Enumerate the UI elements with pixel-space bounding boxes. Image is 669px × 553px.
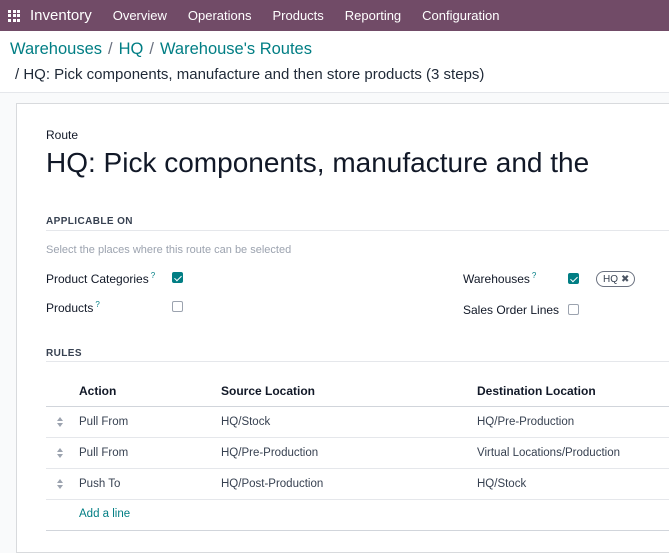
rule-action[interactable]: Pull From: [79, 447, 128, 459]
rule-destination[interactable]: Virtual Locations/Production: [477, 447, 620, 459]
rule-destination[interactable]: HQ/Stock: [477, 478, 526, 490]
products-label-text: Products: [46, 301, 94, 315]
warehouses-label: Warehouses?: [463, 271, 536, 286]
sales-order-lines-checkbox[interactable]: [568, 304, 579, 315]
breadcrumb-warehouses[interactable]: Warehouses: [10, 40, 102, 58]
help-icon[interactable]: ?: [151, 271, 155, 280]
breadcrumb: Warehouses / HQ / Warehouse's Routes: [10, 40, 312, 59]
add-line-link[interactable]: Add a line: [79, 508, 130, 520]
column-action[interactable]: Action: [79, 384, 116, 398]
warehouses-label-text: Warehouses: [463, 272, 530, 286]
menu-products[interactable]: Products: [272, 8, 323, 23]
route-name-input[interactable]: HQ: Pick components, manufacture and the…: [46, 147, 591, 187]
applicable-on-hint: Select the places where this route can b…: [46, 244, 292, 256]
products-checkbox[interactable]: [172, 301, 183, 312]
form-sheet: Route HQ: Pick components, manufacture a…: [16, 103, 669, 553]
menu-configuration[interactable]: Configuration: [422, 8, 499, 23]
help-icon[interactable]: ?: [532, 271, 536, 280]
rule-action[interactable]: Pull From: [79, 416, 128, 428]
breadcrumb-separator: /: [108, 40, 113, 58]
drag-handle-icon[interactable]: [57, 417, 65, 427]
rules-title: RULES: [46, 348, 82, 359]
product-categories-label: Product Categories?: [46, 271, 155, 286]
section-divider: [46, 361, 669, 362]
rule-source[interactable]: HQ/Pre-Production: [221, 447, 318, 459]
column-destination-location[interactable]: Destination Location: [477, 384, 596, 398]
warehouse-tag: HQ ✖: [596, 271, 636, 287]
breadcrumb-warehouse-routes[interactable]: Warehouse's Routes: [160, 40, 312, 58]
warehouses-checkbox[interactable]: [568, 273, 579, 284]
column-source-location[interactable]: Source Location: [221, 384, 315, 398]
table-row[interactable]: Pull From HQ/Stock HQ/Pre-Production: [46, 407, 669, 438]
products-label: Products?: [46, 300, 100, 315]
breadcrumb-current-label: HQ: Pick components, manufacture and the…: [23, 66, 485, 83]
menu-reporting[interactable]: Reporting: [345, 8, 401, 23]
applicable-on-title: APPLICABLE ON: [46, 216, 133, 227]
warehouse-tag-label: HQ: [603, 273, 618, 285]
menu-overview[interactable]: Overview: [113, 8, 167, 23]
sales-order-lines-label: Sales Order Lines: [463, 303, 560, 317]
drag-handle-icon[interactable]: [57, 479, 65, 489]
menu-operations[interactable]: Operations: [188, 8, 252, 23]
top-navbar: Inventory Overview Operations Products R…: [0, 0, 669, 31]
rule-destination[interactable]: HQ/Pre-Production: [477, 416, 574, 428]
rule-source[interactable]: HQ/Post-Production: [221, 478, 323, 490]
help-icon[interactable]: ?: [95, 300, 99, 309]
remove-tag-icon[interactable]: ✖: [621, 274, 629, 285]
apps-grid-icon[interactable]: [8, 9, 20, 22]
control-panel: Warehouses / HQ / Warehouse's Routes / HQ: P…: [0, 31, 669, 93]
add-line-row: Add a line: [46, 500, 669, 531]
table-row[interactable]: Push To HQ/Post-Production HQ/Stock: [46, 469, 669, 500]
breadcrumb-current-prefix: /: [15, 66, 20, 83]
section-divider: [46, 230, 669, 231]
app-name[interactable]: Inventory: [30, 7, 92, 24]
rules-table: Action Source Location Destination Locat…: [46, 375, 669, 531]
rule-source[interactable]: HQ/Stock: [221, 416, 270, 428]
table-header: Action Source Location Destination Locat…: [46, 375, 669, 407]
route-label: Route: [46, 128, 79, 142]
product-categories-label-text: Product Categories: [46, 272, 149, 286]
product-categories-checkbox[interactable]: [172, 272, 183, 283]
breadcrumb-current: / HQ: Pick components, manufacture and t…: [15, 66, 484, 83]
table-row[interactable]: Pull From HQ/Pre-Production Virtual Loca…: [46, 438, 669, 469]
breadcrumb-separator: /: [149, 40, 154, 58]
breadcrumb-hq[interactable]: HQ: [119, 40, 144, 58]
rule-action[interactable]: Push To: [79, 478, 120, 490]
drag-handle-icon[interactable]: [57, 448, 65, 458]
